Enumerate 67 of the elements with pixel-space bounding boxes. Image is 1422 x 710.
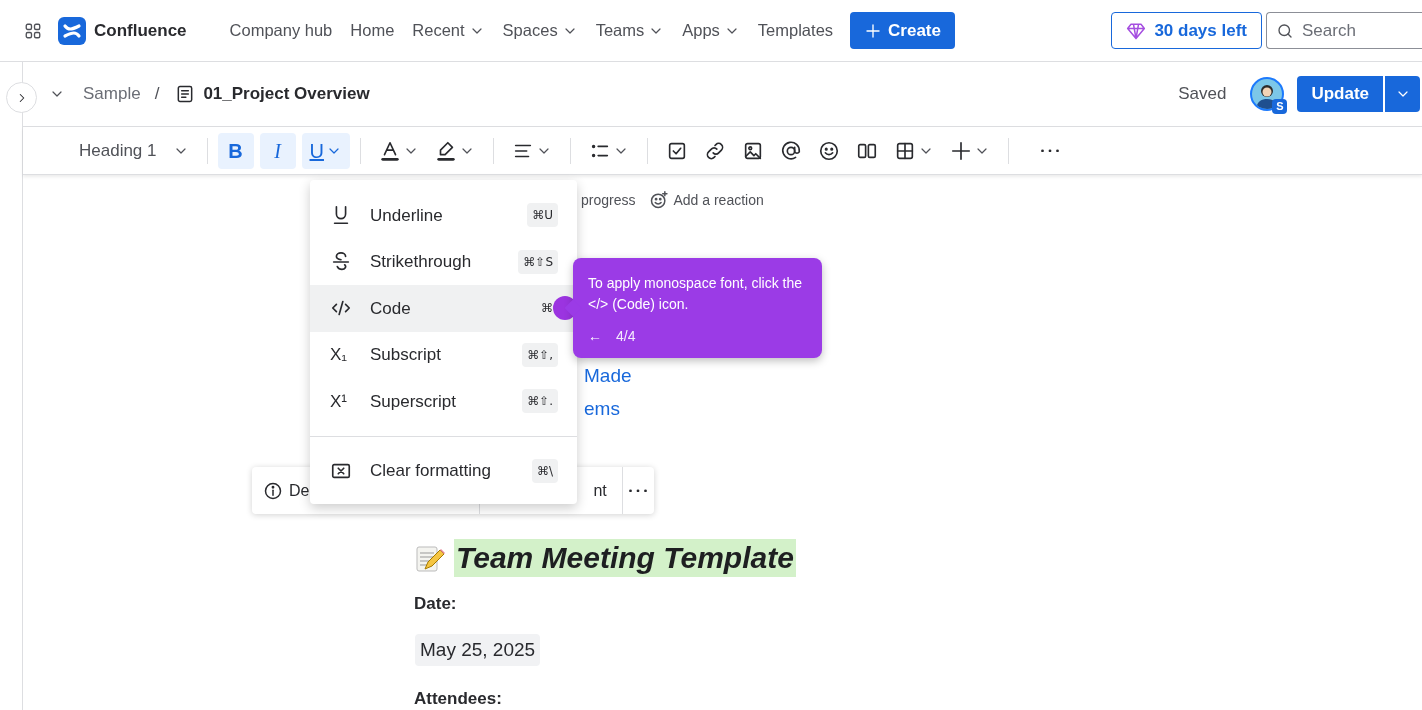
breadcrumb-link[interactable]: Sample [83,81,141,107]
logo-icon[interactable] [58,16,86,45]
create-button[interactable]: Create [850,12,955,49]
more-icon [629,488,648,493]
product-name: Confluence [94,19,187,42]
status-text: progress [581,190,636,210]
smiley-icon [817,139,840,162]
apps-grid-icon[interactable] [24,21,42,40]
keyboard-shortcut: ⌘⇧S [518,249,558,274]
update-button[interactable]: Update [1297,76,1383,112]
nav-item[interactable]: Spaces [495,12,585,49]
tooltip-text: To apply monospace font, click the </> (Code) icon. [588,274,803,314]
avatar-badge: S [1272,99,1288,114]
text-color-icon [378,139,401,162]
step-counter: 4/4 [616,327,636,346]
search-field[interactable]: Search [1266,12,1422,49]
menu-item-label: Underline [370,204,443,227]
menu-item[interactable]: X¹ Superscript ⌘⇧. [310,378,577,425]
menu-item-label: Code [370,297,411,320]
subscript-icon: X₁ [330,342,352,368]
menu-item-label: Strikethrough [370,251,472,273]
add-emoji-icon [649,190,670,210]
field-label: Date: [414,593,457,615]
breadcrumb-separator: / [154,83,160,106]
menu-item-label: Subscript [370,344,441,366]
keyboard-shortcut: ⌘⇧, [522,342,558,367]
nav-item[interactable]: Company hub [222,12,340,49]
underline-button[interactable]: U [301,132,350,169]
page-link[interactable]: Made [584,364,632,388]
at-sign-icon [779,139,802,162]
italic-button[interactable]: I [259,132,296,169]
save-status: Saved [1178,83,1227,106]
toolbar-button[interactable]: nt [593,478,607,503]
menu-item-label: Superscript [370,390,456,413]
page-link[interactable]: ems [584,397,620,421]
more-icon [1040,148,1059,153]
keyboard-shortcut: ⌘⇧. [522,389,558,414]
back-button[interactable]: ← [588,326,602,347]
nav-item[interactable]: Recent [405,12,492,49]
nav-item[interactable]: Templates [750,12,841,49]
page-title: 01_Project Overview [203,83,370,106]
nav-item[interactable]: Home [343,12,402,49]
plus-icon [864,21,883,40]
heading-style-dropdown[interactable]: Heading 1 [71,132,197,169]
user-avatar[interactable]: S [1250,77,1285,111]
date-chip[interactable]: May 25, 2025 [415,633,541,666]
bold-button[interactable]: B [217,132,254,169]
menu-item[interactable]: Strikethrough ⌘⇧S [310,238,577,285]
search-icon [1276,22,1294,40]
strikethrough-icon [330,250,352,273]
highlighter-icon [434,139,457,162]
menu-item[interactable]: X₁ Subscript ⌘⇧, [310,331,577,378]
superscript-icon: X¹ [330,388,352,414]
menu-item[interactable]: Underline ⌘U [310,192,577,239]
field-label: Attendees: [414,688,502,710]
menu-item-label: Clear formatting [370,460,491,482]
nav-item[interactable]: Apps [675,12,747,49]
plus-icon [949,139,972,162]
menu-item[interactable]: Clear formatting ⌘\ [310,447,577,494]
page-heading: Team Meeting Template [454,539,796,577]
add-reaction-button[interactable]: Add a reaction [649,189,764,211]
trial-button[interactable]: 30 days left [1111,12,1262,49]
keyboard-shortcut: ⌘\ [531,458,558,483]
nav-item[interactable]: Teams [588,12,672,49]
panel-type-button[interactable]: De [252,478,310,503]
info-icon [263,480,283,501]
keyboard-shortcut: ⌘U [527,203,558,228]
